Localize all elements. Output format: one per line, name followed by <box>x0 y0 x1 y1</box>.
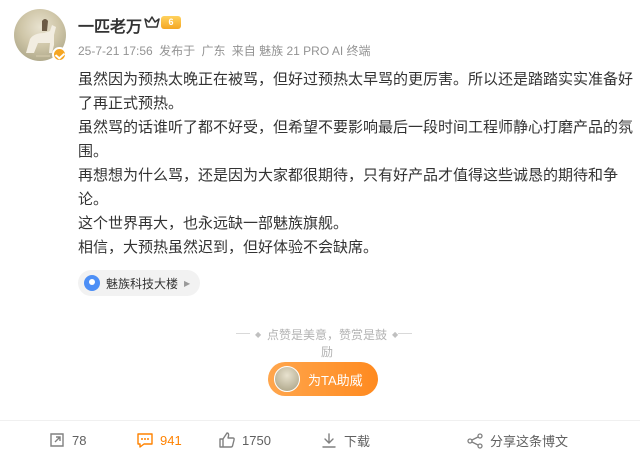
verified-badge-icon <box>52 47 67 62</box>
share-button[interactable]: 分享这条博文 <box>466 431 568 450</box>
action-bar: 78 941 1750 下载 分享这条博文 <box>0 420 640 460</box>
repost-button[interactable]: 78 <box>48 431 86 449</box>
share-label: 分享这条博文 <box>490 434 569 449</box>
crown-icon <box>144 16 160 28</box>
download-icon <box>322 432 336 448</box>
post-content: 虽然因为预热太晚正在被骂，但好过预热太早骂的更厉害。所以还是踏踏实实准备好了再正… <box>78 68 634 260</box>
comment-button[interactable]: 941 <box>136 431 182 449</box>
post-paragraph: 再想想为什么骂，还是因为大家都很期待，只有好产品才值得这些诚恳的期待和争论。 <box>78 167 619 208</box>
post-paragraph: 虽然骂的话谁听了都不好受，但希望不要影响最后一段时间工程师静心打磨产品的氛围。 <box>78 119 634 160</box>
cheer-label: 为TA助威 <box>308 372 363 388</box>
comment-count: 941 <box>160 432 182 448</box>
repost-count: 78 <box>72 432 87 448</box>
like-count: 1750 <box>242 432 271 448</box>
post-source-prefix: 发布于 <box>159 44 196 58</box>
cheer-button[interactable]: 为TA助威 <box>268 362 378 396</box>
chevron-right-icon: ▶ <box>184 278 191 288</box>
divider-line-left <box>236 333 250 334</box>
share-icon <box>467 432 483 449</box>
like-button[interactable]: 1750 <box>218 431 271 449</box>
post-time[interactable]: 25-7-21 17:56 <box>78 44 153 58</box>
divider-line-right <box>398 333 412 334</box>
download-label: 下载 <box>344 434 371 449</box>
location-tag[interactable]: 魅族科技大楼 ▶ <box>78 270 201 296</box>
post-region: 广东 <box>201 44 226 58</box>
comment-icon <box>137 433 153 448</box>
post-paragraph: 相信，大预热虽然迟到，但好体验不会缺席。 <box>78 239 379 256</box>
thumbs-up-icon <box>219 432 235 448</box>
divider-text: 点赞是美意，赞赏是鼓励 <box>266 328 387 359</box>
location-icon <box>84 275 100 291</box>
post-paragraph: 虽然因为预热太晚正在被骂，但好过预热太早骂的更厉害。所以还是踏踏实实准备好了再正… <box>78 71 634 112</box>
divider-dot: ◆ <box>255 330 262 339</box>
post-paragraph: 这个世界再大，也永远缺一部魅族旗舰。 <box>78 215 349 232</box>
repost-icon <box>50 433 64 447</box>
level-badge: 6 <box>161 16 181 29</box>
post-meta: 25-7-21 17:56 发布于 广东 来自 魅族 21 PRO AI 终端 <box>78 42 374 59</box>
divider-dot: ◆ <box>392 330 399 339</box>
location-label: 魅族科技大楼 <box>106 276 179 291</box>
download-button[interactable]: 下载 <box>320 431 370 450</box>
cheer-avatar <box>274 366 300 392</box>
username[interactable]: 一匹老万 <box>78 13 142 37</box>
post-device: 来自 魅族 21 PRO AI 终端 <box>231 44 371 58</box>
